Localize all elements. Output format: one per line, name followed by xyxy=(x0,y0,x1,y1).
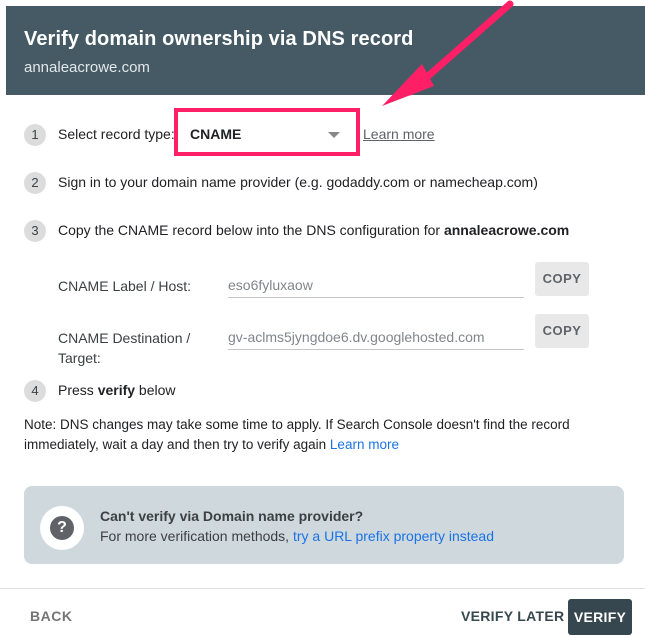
annotation-arrow-icon xyxy=(382,0,514,106)
